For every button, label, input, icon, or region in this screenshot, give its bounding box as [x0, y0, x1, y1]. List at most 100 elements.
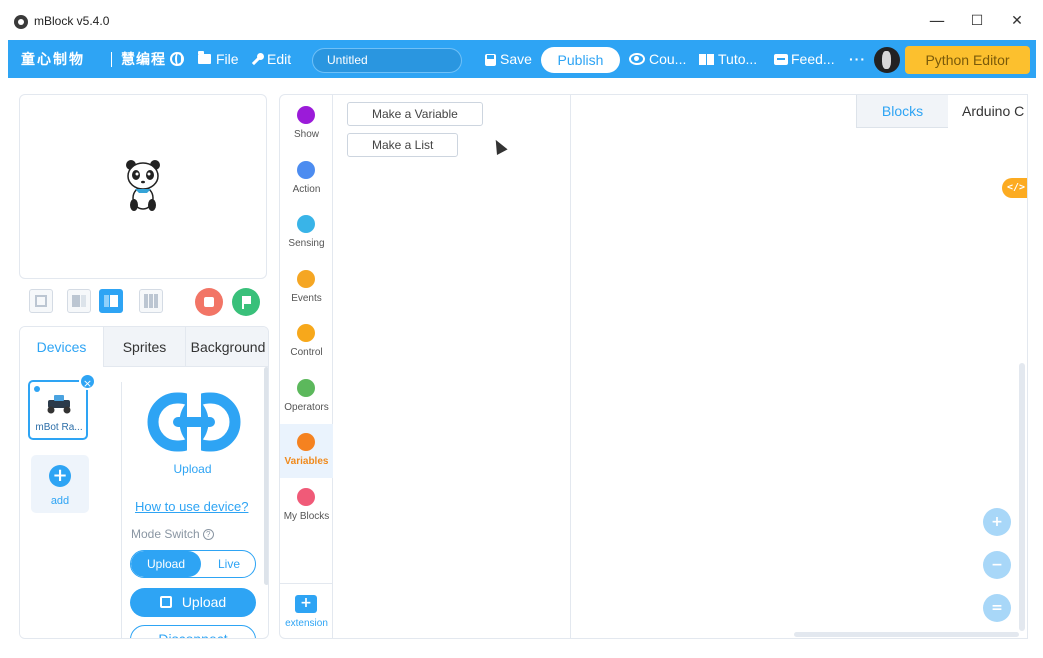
user-avatar[interactable] — [874, 47, 900, 73]
disconnect-button[interactable]: Disconnect — [130, 625, 256, 638]
mblock-logo-icon — [14, 15, 28, 29]
extension-button[interactable]: + extension — [280, 583, 333, 639]
category-events-dot — [297, 270, 315, 288]
category-show-label: Show — [293, 129, 319, 140]
grid-icon[interactable] — [139, 289, 163, 313]
brand-logo-text[interactable]: 童心制物 — [21, 40, 85, 78]
device-card-mbot[interactable]: mBot Ra... — [28, 380, 88, 440]
window-title: mBlock v5.4.0 — [34, 14, 110, 28]
upload-mode-caption: Upload — [173, 462, 212, 476]
plus-icon: + — [49, 465, 71, 487]
courses-menu[interactable]: Cou... — [649, 40, 686, 78]
zoom-in-button[interactable]: + — [983, 508, 1011, 536]
category-action-label: Action — [292, 184, 321, 195]
device-name: mBot Ra... — [35, 422, 83, 433]
tab-devices[interactable]: Devices — [20, 327, 104, 367]
small-stage-icon[interactable] — [67, 289, 91, 313]
script-area[interactable]: Blocks Arduino C </> + − = — [571, 94, 1028, 639]
category-my-blocks[interactable]: My Blocks — [280, 479, 333, 533]
brand-divider — [111, 52, 112, 67]
minimize-button[interactable]: — — [922, 8, 952, 34]
how-to-use-device-link[interactable]: How to use device? — [135, 499, 248, 514]
add-device-label: add — [50, 495, 70, 507]
panda-sprite[interactable] — [123, 158, 163, 213]
save-icon — [485, 54, 496, 66]
fullscreen-icon[interactable] — [29, 289, 53, 313]
category-control-label: Control — [290, 347, 323, 358]
make-variable-button[interactable]: Make a Variable — [347, 102, 483, 126]
tab-background[interactable]: Background — [186, 327, 268, 367]
stage-toolbar — [19, 288, 267, 318]
category-variables-dot — [297, 433, 315, 451]
category-sensing-label: Sensing — [288, 238, 325, 249]
extension-add-icon: + — [295, 595, 317, 613]
maximize-button[interactable]: ☐ — [962, 8, 992, 34]
save-button[interactable]: Save — [500, 40, 532, 78]
wrench-icon — [251, 53, 264, 66]
mode-switch-label: Mode Switch? — [131, 527, 214, 541]
category-control[interactable]: Control — [280, 315, 333, 369]
feedback-menu[interactable]: Feed... — [791, 40, 835, 78]
menu-bar: 童心制物 慧编程 File Edit Untitled Save Publish… — [8, 40, 1036, 78]
edit-menu[interactable]: Edit — [267, 40, 291, 78]
tab-blocks[interactable]: Blocks — [856, 95, 948, 128]
stop-button[interactable] — [195, 288, 223, 316]
device-panel-scrollbar[interactable] — [264, 367, 268, 585]
mode-switch-text: Mode Switch — [131, 527, 200, 541]
upload-icon — [159, 596, 172, 608]
category-operators-label: Operators — [284, 402, 329, 413]
upload-button[interactable]: Upload — [130, 588, 256, 617]
large-stage-icon[interactable] — [99, 289, 123, 313]
tab-sprites[interactable]: Sprites — [104, 327, 186, 367]
tab-arduino-c[interactable]: Arduino C — [948, 95, 1027, 128]
brand-product-text[interactable]: 慧编程 — [121, 40, 166, 78]
device-detail: Upload How to use device? Mode Switch? U… — [121, 382, 262, 638]
stage[interactable] — [19, 94, 267, 279]
category-action[interactable]: Action — [280, 152, 333, 206]
make-list-button[interactable]: Make a List — [347, 133, 459, 157]
file-menu[interactable]: File — [216, 40, 239, 78]
mouse-cursor-icon — [490, 137, 508, 155]
category-show[interactable]: Show — [280, 97, 333, 151]
script-area-horizontal-scrollbar[interactable] — [794, 632, 1019, 637]
more-icon[interactable]: ··· — [849, 40, 866, 78]
category-variables-label: Variables — [284, 456, 329, 467]
green-flag-button[interactable] — [232, 288, 260, 316]
project-title-input[interactable]: Untitled — [312, 48, 462, 73]
category-events[interactable]: Events — [280, 261, 333, 315]
zoom-out-button[interactable]: − — [983, 551, 1011, 579]
category-my-blocks-label: My Blocks — [283, 511, 330, 522]
category-events-label: Events — [291, 293, 322, 304]
code-view-toggle-icon[interactable]: </> — [1002, 178, 1027, 198]
category-show-dot — [297, 106, 315, 124]
category-variables[interactable]: Variables — [280, 424, 333, 478]
close-button[interactable]: ✕ — [1002, 8, 1032, 34]
mode-live-option[interactable]: Live — [201, 551, 255, 577]
category-operators[interactable]: Operators — [280, 370, 333, 424]
category-my-blocks-dot — [297, 488, 315, 506]
category-action-dot — [297, 161, 315, 179]
category-control-dot — [297, 324, 315, 342]
connect-link-icon[interactable] — [147, 392, 241, 452]
zoom-reset-button[interactable]: = — [983, 594, 1011, 622]
python-editor-button[interactable]: Python Editor — [905, 46, 1030, 74]
tutorials-menu[interactable]: Tuto... — [718, 40, 757, 78]
connected-dot — [34, 386, 40, 392]
add-device-button[interactable]: + add — [31, 455, 89, 513]
code-tabs: Blocks Arduino C — [856, 95, 1027, 128]
mbot-robot-icon — [47, 395, 71, 414]
category-sensing[interactable]: Sensing — [280, 206, 333, 260]
remove-device-button[interactable]: × — [79, 373, 96, 390]
script-area-vertical-scrollbar[interactable] — [1019, 363, 1025, 631]
mode-upload-option[interactable]: Upload — [131, 551, 201, 577]
title-bar: mBlock v5.4.0 — ☐ ✕ — [0, 0, 1043, 40]
globe-icon[interactable] — [170, 52, 184, 66]
book-icon — [699, 54, 714, 65]
help-icon[interactable]: ? — [202, 529, 214, 540]
folder-icon — [198, 51, 211, 64]
category-operators-dot — [297, 379, 315, 397]
extension-label: extension — [285, 618, 328, 629]
mode-switch-toggle[interactable]: Upload Live — [130, 550, 256, 578]
courses-icon — [629, 53, 645, 65]
publish-button[interactable]: Publish — [541, 47, 620, 73]
